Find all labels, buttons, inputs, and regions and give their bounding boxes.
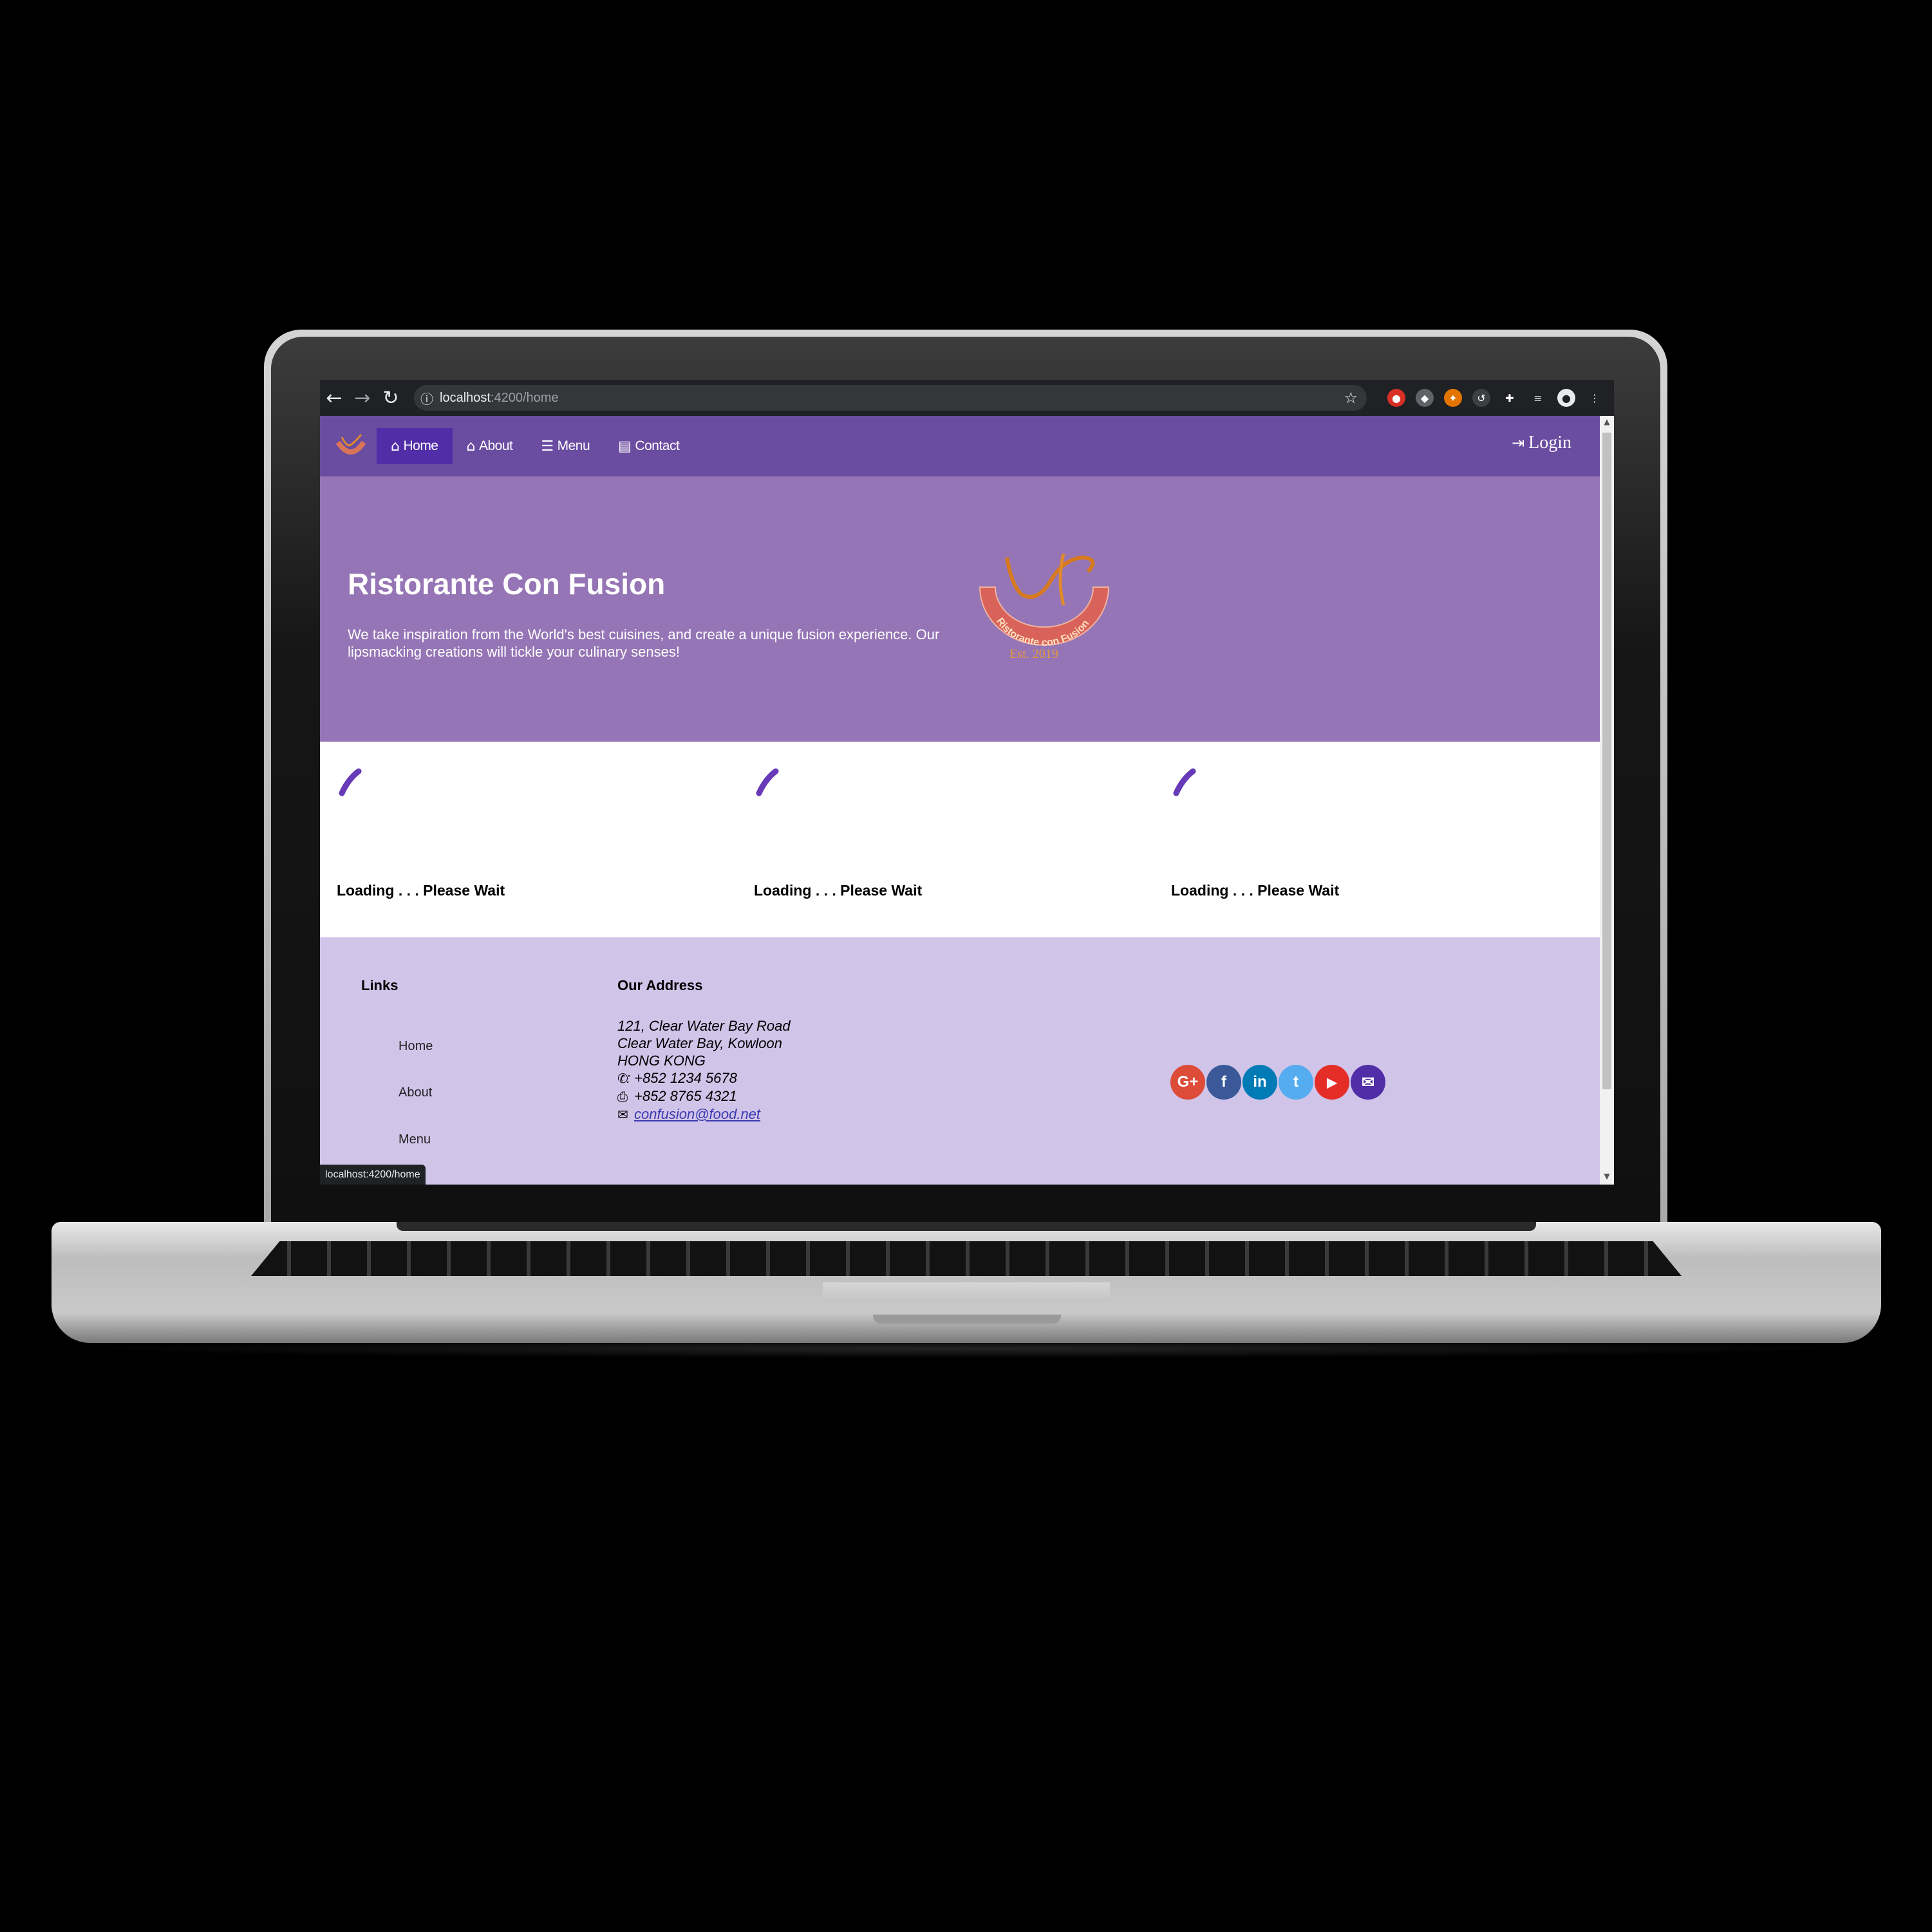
footer-link-menu[interactable]: Menu [399, 1132, 431, 1147]
fax-icon: ⎙ [617, 1089, 628, 1104]
page-title: Ristorante Con Fusion [348, 567, 666, 601]
reload-icon: ↻ [382, 386, 399, 409]
nav-menu[interactable]: ☰ Menu [527, 428, 604, 464]
email-icon[interactable]: ✉ [1351, 1065, 1385, 1100]
scrollbar-thumb[interactable] [1602, 433, 1611, 1089]
laptop-keyboard [251, 1241, 1682, 1276]
laptop-screen: ← → ↻ ⓘ localhost:4200/home ☆ ● ◆ ✦ ↺ ✚ … [320, 380, 1614, 1185]
loading-card: Loading . . . Please Wait [754, 742, 1140, 937]
envelope-icon: ✉ [617, 1107, 628, 1122]
extension-badge-icon[interactable]: ◆ [1416, 389, 1434, 407]
address-card-icon: ▤ [618, 438, 632, 455]
spinner-icon [756, 768, 779, 796]
social-links: G+ f in t ▶ ✉ [1170, 1065, 1387, 1100]
footer-link-about[interactable]: About [399, 1085, 432, 1100]
loading-text: Loading . . . Please Wait [754, 882, 923, 899]
youtube-icon[interactable]: ▶ [1315, 1065, 1349, 1100]
jumbotron-text: We take inspiration from the World's bes… [348, 626, 940, 660]
laptop-trackpad [823, 1282, 1110, 1302]
spinner-icon [1173, 768, 1196, 796]
footer-link-home[interactable]: Home [399, 1039, 433, 1054]
home-icon: ⌂ [391, 438, 400, 455]
browser-toolbar: ← → ↻ ⓘ localhost:4200/home ☆ ● ◆ ✦ ↺ ✚ … [320, 380, 1614, 416]
extension-shield-icon[interactable]: ● [1387, 389, 1405, 407]
featured-section: Loading . . . Please Wait Loading . . . … [320, 742, 1600, 937]
laptop-notch [873, 1315, 1061, 1324]
extension-sync-icon[interactable]: ↺ [1472, 389, 1490, 407]
address-heading: Our Address [617, 977, 703, 993]
email-link[interactable]: confusion@food.net [634, 1106, 760, 1122]
loading-text: Loading . . . Please Wait [1171, 882, 1340, 899]
login-label: Login [1528, 433, 1571, 453]
bookmark-star-icon[interactable]: ☆ [1344, 389, 1358, 407]
nav-home-label: Home [403, 438, 438, 453]
address-line: Clear Water Bay, Kowloon [617, 1035, 782, 1051]
puzzle-icon[interactable]: ✚ [1501, 389, 1519, 407]
scroll-up-icon[interactable]: ▲ [1601, 417, 1613, 429]
info-icon[interactable]: ⓘ [414, 389, 440, 408]
restaurant-logo: Ristorante con Fusion Est. 2019 [979, 553, 1110, 661]
nav-about[interactable]: ⌂ About [453, 428, 527, 464]
extension-cookie-icon[interactable]: ✦ [1444, 389, 1462, 407]
list-icon: ☰ [541, 438, 554, 455]
google-plus-icon[interactable]: G+ [1170, 1065, 1205, 1100]
address-bar[interactable]: ⓘ localhost:4200/home ☆ [414, 385, 1367, 411]
media-icon[interactable]: ≡ [1529, 389, 1547, 407]
extension-icons: ● ◆ ✦ ↺ ✚ ≡ ● ⋮ [1377, 389, 1604, 407]
nav-contact-label: Contact [635, 438, 680, 453]
site-navbar: ⌂ Home ⌂ About ☰ Menu ▤ Contact ⇥ Login [320, 416, 1600, 476]
profile-avatar-icon[interactable]: ● [1557, 389, 1575, 407]
address-block: 121, Clear Water Bay Road Clear Water Ba… [617, 1017, 791, 1123]
spinner-icon [339, 768, 362, 796]
loading-card: Loading . . . Please Wait [337, 742, 723, 937]
links-heading: Links [361, 977, 399, 993]
sign-in-icon: ⇥ [1512, 434, 1525, 452]
reload-button[interactable]: ↻ [377, 380, 405, 416]
logo-est-text: Est. 2019 [1009, 647, 1058, 661]
site-footer: Links Home About Menu Our Address 121, C… [320, 937, 1600, 1185]
twitter-icon[interactable]: t [1279, 1065, 1313, 1100]
nav-contact[interactable]: ▤ Contact [604, 428, 693, 464]
nav-menu-label: Menu [557, 438, 590, 453]
forward-button[interactable]: → [348, 380, 377, 416]
jumbotron: Ristorante Con Fusion We take inspiratio… [320, 476, 1600, 742]
login-button[interactable]: ⇥ Login [1512, 433, 1571, 453]
url-path: :4200/home [490, 390, 559, 405]
arrow-left-icon: ← [326, 386, 342, 409]
brand-logo[interactable] [333, 428, 369, 464]
back-button[interactable]: ← [320, 380, 348, 416]
linkedin-icon[interactable]: in [1243, 1065, 1277, 1100]
address-line: 121, Clear Water Bay Road [617, 1018, 791, 1034]
phone-number: : +852 1234 5678 [626, 1070, 737, 1086]
kebab-menu-icon[interactable]: ⋮ [1586, 389, 1604, 407]
address-line: HONG KONG [617, 1053, 706, 1069]
info-home-icon: ⌂ [466, 438, 476, 455]
scroll-down-icon[interactable]: ▼ [1601, 1172, 1613, 1183]
loading-text: Loading . . . Please Wait [337, 882, 505, 899]
url-host: localhost [440, 390, 491, 405]
nav-home[interactable]: ⌂ Home [377, 428, 453, 464]
facebook-icon[interactable]: f [1206, 1065, 1241, 1100]
nav-about-label: About [478, 438, 513, 453]
phone-icon: ✆ [617, 1071, 628, 1086]
status-url-bubble: localhost:4200/home [320, 1165, 426, 1185]
loading-card: Loading . . . Please Wait [1171, 742, 1557, 937]
arrow-right-icon: → [354, 386, 371, 409]
fax-number: +852 8765 4321 [634, 1088, 737, 1104]
laptop-hinge [397, 1222, 1536, 1231]
